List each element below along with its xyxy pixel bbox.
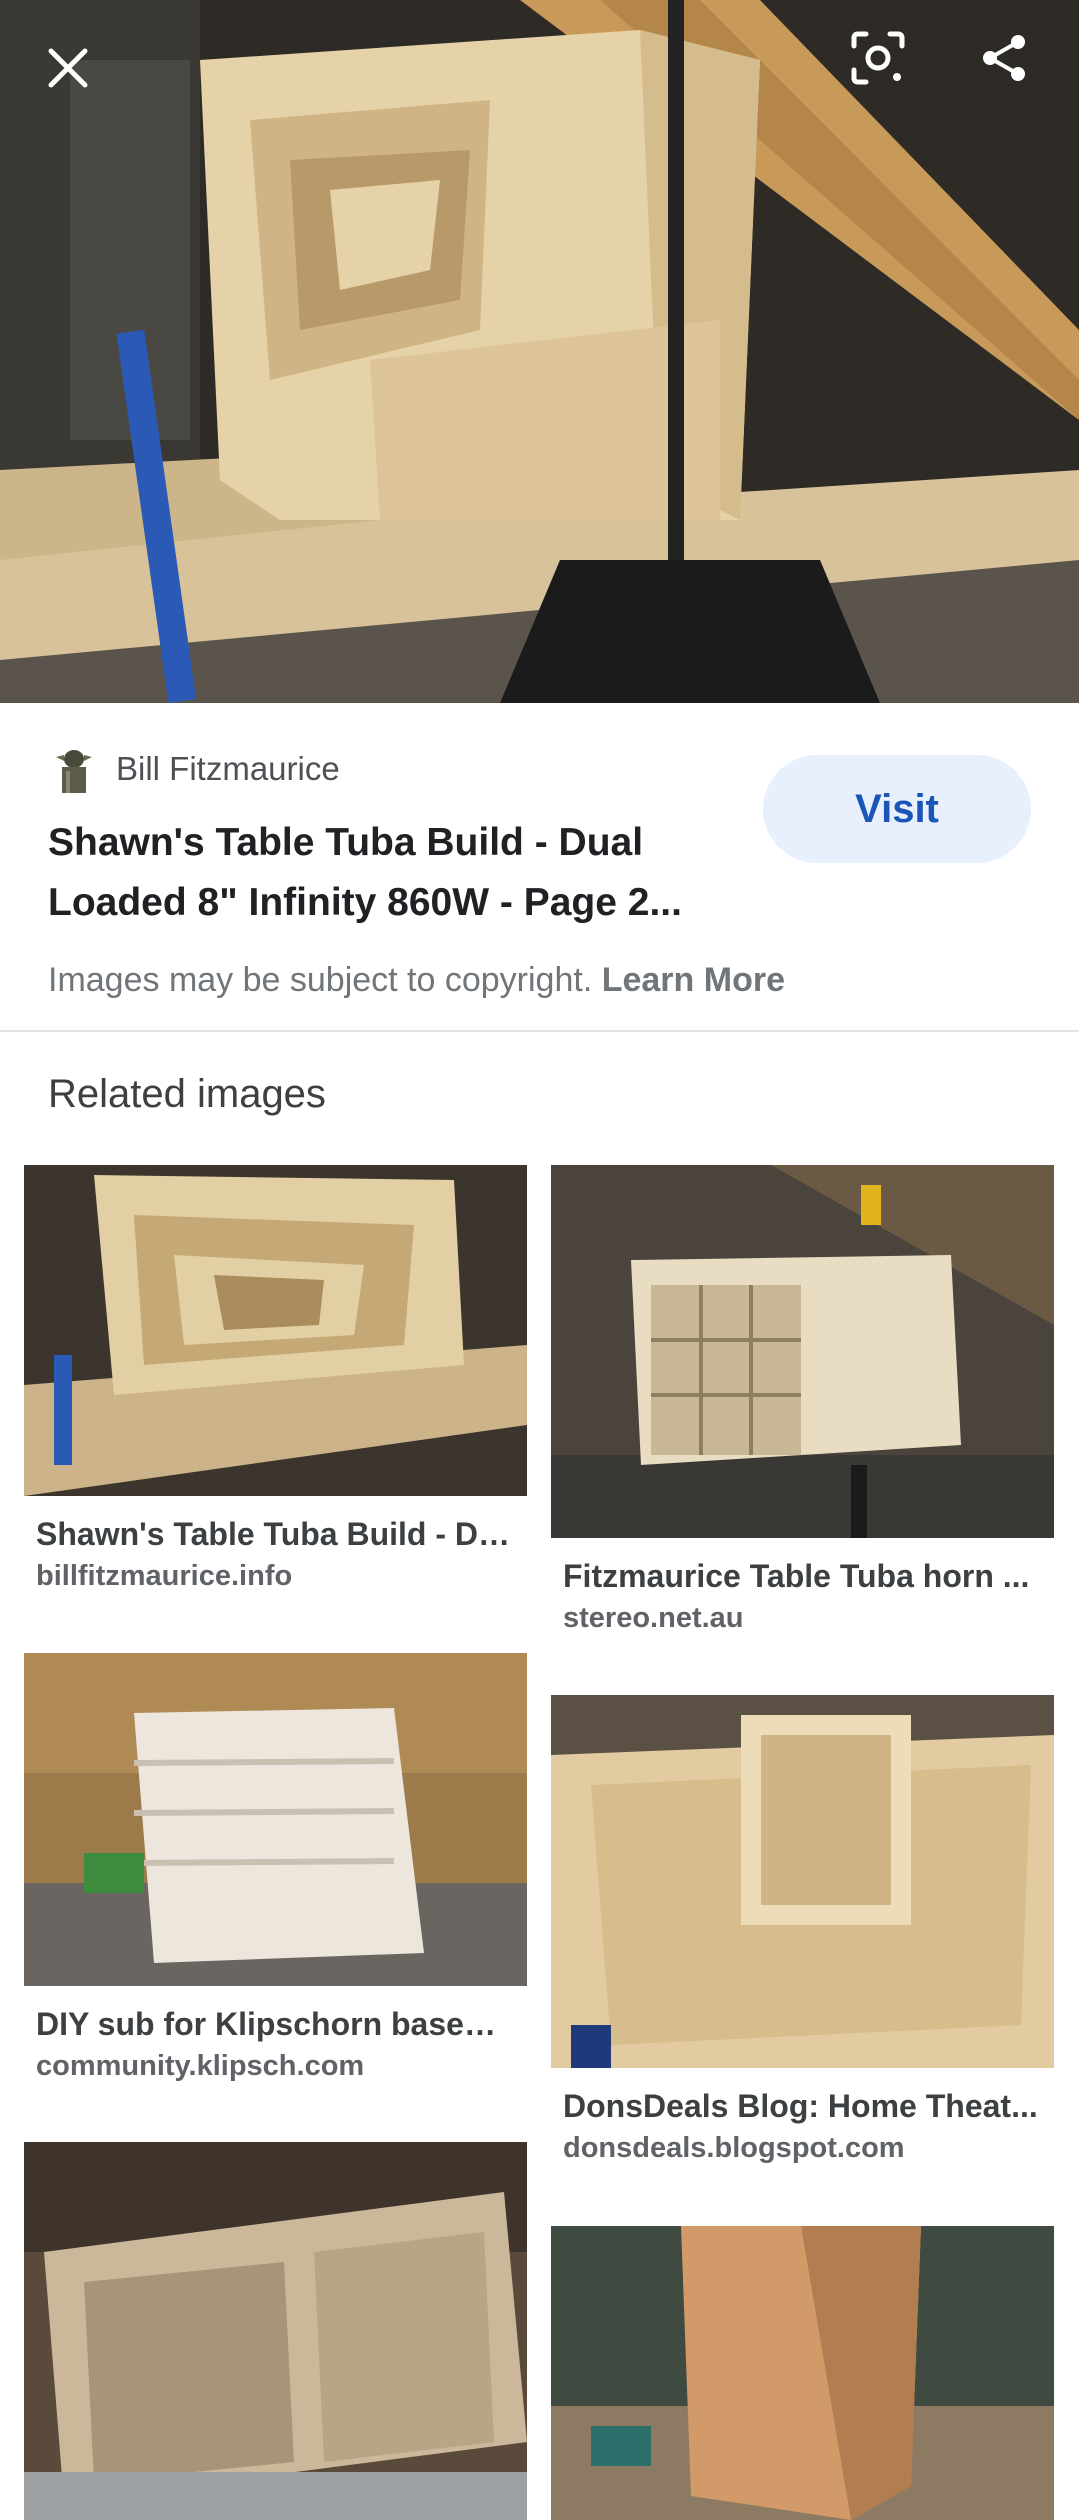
result-title-line-2: Loaded 8" Infinity 860W - Page 2... bbox=[48, 881, 682, 924]
related-image-thumbnail[interactable] bbox=[551, 1695, 1054, 2068]
source-row[interactable]: Bill Fitzmaurice bbox=[48, 743, 340, 795]
related-image-card[interactable]: DonsDeals Blog: Home Theat... donsdeals.… bbox=[551, 1695, 1054, 2166]
source-favicon bbox=[48, 743, 100, 795]
related-image-card[interactable]: Fitzmaurice Table Tuba horn ... stereo.n… bbox=[551, 1165, 1054, 1636]
result-title[interactable]: Shawn's Table Tuba Build - Dual Loaded 8… bbox=[48, 813, 728, 933]
related-image-title: DonsDeals Blog: Home Theat... bbox=[563, 2088, 1038, 2124]
learn-more-link[interactable]: Learn More bbox=[602, 961, 785, 999]
result-title-line-1: Shawn's Table Tuba Build - Dual bbox=[48, 821, 644, 864]
related-image-thumbnail[interactable] bbox=[24, 1165, 527, 1496]
related-image-2 bbox=[551, 1165, 1054, 1538]
related-image-title: Fitzmaurice Table Tuba horn ... bbox=[563, 1558, 1030, 1594]
copyright-notice: Images may be subject to copyright. Lear… bbox=[48, 961, 785, 1000]
related-image-thumbnail[interactable] bbox=[551, 1165, 1054, 1538]
related-image-title: DIY sub for Klipschorn based ... bbox=[36, 2006, 515, 2042]
related-image-card[interactable]: Shawn's Table Tuba Build - Du... billfit… bbox=[24, 1165, 527, 1594]
related-image-thumbnail[interactable] bbox=[551, 2226, 1054, 2520]
close-button[interactable] bbox=[26, 26, 110, 110]
related-image-thumbnail[interactable] bbox=[24, 1653, 527, 1986]
related-image-card[interactable] bbox=[551, 2226, 1054, 2520]
related-image-1 bbox=[24, 1165, 527, 1496]
related-image-site: donsdeals.blogspot.com bbox=[563, 2132, 905, 2164]
related-image-title: Shawn's Table Tuba Build - Du... bbox=[36, 1516, 515, 1552]
related-image-card[interactable]: DIY sub for Klipschorn based ... communi… bbox=[24, 1653, 527, 2084]
related-images-heading: Related images bbox=[48, 1072, 326, 1116]
source-name: Bill Fitzmaurice bbox=[116, 750, 340, 787]
result-info-panel: Bill Fitzmaurice Shawn's Table Tuba Buil… bbox=[0, 703, 1079, 1032]
share-icon bbox=[983, 35, 1025, 81]
copyright-text: Images may be subject to copyright. bbox=[48, 961, 593, 999]
main-image[interactable] bbox=[0, 0, 1079, 703]
related-image-site: community.klipsch.com bbox=[36, 2050, 365, 2082]
speaker-cabinet-photo bbox=[0, 0, 1079, 703]
visit-button[interactable]: Visit bbox=[763, 755, 1031, 863]
related-image-card[interactable] bbox=[24, 2142, 527, 2520]
related-image-3 bbox=[24, 1653, 527, 1986]
related-image-6 bbox=[551, 2226, 1054, 2520]
related-image-site: billfitzmaurice.info bbox=[36, 1560, 293, 1592]
share-button[interactable] bbox=[962, 16, 1046, 100]
lens-icon bbox=[851, 31, 905, 85]
related-image-thumbnail[interactable] bbox=[24, 2142, 527, 2520]
related-image-site: stereo.net.au bbox=[563, 1602, 744, 1634]
close-icon bbox=[48, 48, 88, 88]
related-image-4 bbox=[551, 1695, 1054, 2068]
related-image-5 bbox=[24, 2142, 527, 2520]
lens-button[interactable] bbox=[836, 16, 920, 100]
